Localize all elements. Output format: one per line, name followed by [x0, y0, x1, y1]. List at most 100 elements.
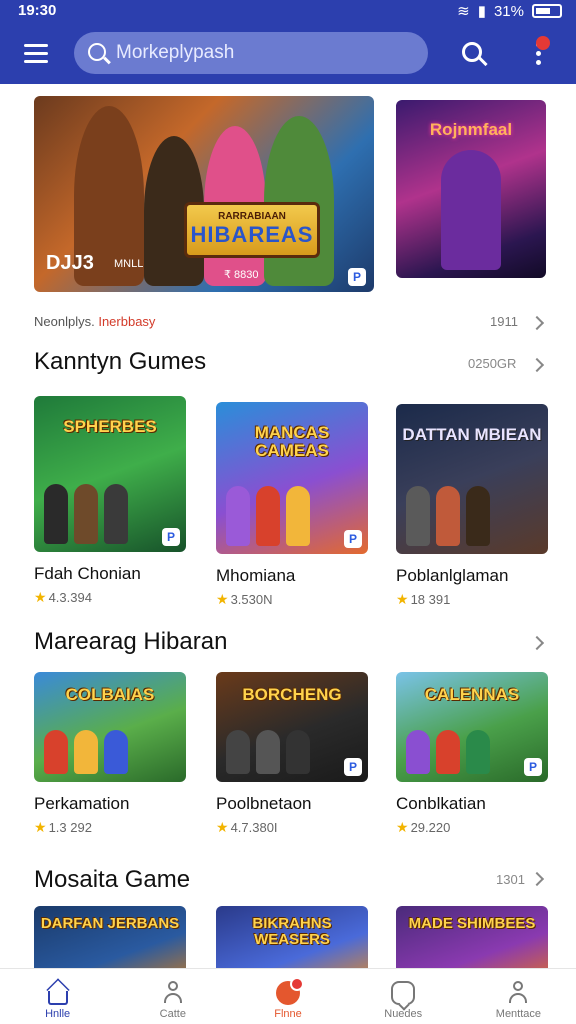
game-rating: ★ 4.7.380I: [216, 819, 368, 836]
thumb-title: MANCAS CAMEAS: [254, 423, 330, 460]
game-name: Fdah Chonian: [34, 564, 141, 583]
hero-badge-left: DJJ3: [46, 252, 94, 274]
game-rating: ★ 1.3 292: [34, 819, 186, 836]
section-title: Marearag Hibaran: [34, 628, 228, 655]
info-right: 1911: [490, 314, 518, 329]
nav-label: Flnne: [274, 1008, 302, 1020]
game-rating: ★ 29.220: [396, 819, 548, 836]
hero-side-title: Rojnmfaal: [429, 120, 513, 139]
info-row: Neonlplys. Inerbbasy 1911: [34, 314, 544, 334]
status-icons: ≋ ▮ 31%: [457, 2, 562, 20]
wifi-icon: ≋: [457, 3, 470, 20]
hero-banner-side[interactable]: Rojnmfaal: [396, 100, 546, 278]
rating-value: 4.7.380I: [230, 820, 278, 835]
info-left: Neonlplys.: [34, 314, 95, 329]
star-icon: ★: [396, 591, 409, 607]
game-name: Poolbnetaon: [216, 794, 312, 813]
game-card[interactable]: MANCAS CAMEAS P Mhomiana ★ 3.530N: [216, 402, 368, 608]
nav-label: Catte: [159, 1008, 186, 1020]
chevron-right-icon[interactable]: [529, 357, 545, 373]
section-count: 1301: [496, 872, 525, 887]
thumb-title: CALENNAS: [424, 685, 520, 704]
chevron-right-icon[interactable]: [529, 871, 545, 887]
rating-value: 18 391: [410, 592, 451, 607]
game-card[interactable]: MADE SHIMBEES: [396, 906, 548, 968]
flame-icon: [276, 977, 304, 1005]
nav-item-home[interactable]: Hnlle: [0, 969, 115, 1024]
game-thumbnail: MADE SHIMBEES: [396, 906, 548, 968]
game-card[interactable]: SPHERBES P Fdah Chonian ★ 4.3.394: [34, 396, 186, 606]
hero-subtitle: RARRABIAAN: [218, 211, 286, 222]
game-rating: ★ 18 391: [396, 591, 548, 608]
battery-icon: [532, 4, 562, 18]
star-icon: ★: [216, 819, 229, 835]
game-thumbnail: MANCAS CAMEAS P: [216, 402, 368, 554]
star-icon: ★: [216, 591, 229, 607]
search-icon: [88, 43, 106, 61]
chat-icon: [391, 981, 416, 1005]
star-icon: ★: [396, 819, 409, 835]
battery-label: 31%: [493, 2, 524, 20]
rating-value: 1.3 292: [48, 820, 92, 835]
status-bar: 19:30 ≋ ▮ 31%: [0, 0, 576, 24]
nav-item-menttace[interactable]: Menttace: [461, 969, 576, 1024]
app-badge-icon: P: [348, 268, 366, 286]
status-time: 19:30: [18, 2, 57, 19]
search-placeholder: Morkeplypash: [116, 42, 235, 63]
app-badge-icon: P: [524, 758, 542, 776]
hero-badge-right: ₹ 8830: [224, 269, 259, 281]
search-input[interactable]: Morkeplypash: [74, 32, 428, 74]
game-card[interactable]: COLBAIAS Perkamation ★ 1.3 292: [34, 672, 186, 836]
search-button[interactable]: [460, 40, 488, 68]
notification-dot: [536, 36, 550, 50]
thumb-title: DARFAN JERBANS: [40, 915, 180, 932]
signal-icon: ▮: [477, 3, 486, 20]
rating-value: 4.3.394: [48, 590, 92, 605]
game-name: Conblkatian: [396, 794, 486, 813]
nav-item-nuedes[interactable]: Nuedes: [346, 969, 461, 1024]
hero-title-plate: RARRABIAAN HIBAREAS: [184, 202, 320, 258]
section-title: Kanntyn Gumes: [34, 348, 207, 375]
thumb-title: BIKRAHNS WEASERS: [252, 915, 332, 948]
nav-label: Hnlle: [45, 1008, 71, 1020]
game-card[interactable]: DATTAN MBIEAN Poblanlglaman ★ 18 391: [396, 404, 548, 608]
app-badge-icon: P: [344, 530, 362, 548]
nav-item-catte[interactable]: Catte: [115, 969, 230, 1024]
game-card[interactable]: BIKRAHNS WEASERS: [216, 906, 368, 968]
game-thumbnail: CALENNAS P: [396, 672, 548, 782]
game-rating: ★ 3.530N: [216, 591, 368, 608]
section-title: Mosaita Game: [34, 866, 191, 893]
game-thumbnail: DARFAN JERBANS: [34, 906, 186, 968]
hero-title: HIBAREAS: [190, 222, 314, 247]
game-thumbnail: COLBAIAS: [34, 672, 186, 782]
star-icon: ★: [34, 819, 47, 835]
more-vert-icon[interactable]: [526, 36, 550, 72]
nav-item-flnne[interactable]: Flnne: [230, 969, 345, 1024]
app-badge-icon: P: [162, 528, 180, 546]
user-icon: [161, 981, 185, 1005]
game-card[interactable]: BORCHENG P Poolbnetaon ★ 4.7.380I: [216, 672, 368, 836]
game-card[interactable]: CALENNAS P Conblkatian ★ 29.220: [396, 672, 548, 836]
game-name: Perkamation: [34, 794, 130, 813]
hero-banner-main[interactable]: RARRABIAAN HIBAREAS DJJ3 MNLL ₹ 8830 P: [34, 96, 374, 292]
section-count: 0250GR: [468, 356, 517, 371]
thumb-title: MADE SHIMBEES: [408, 915, 536, 932]
game-rating: ★ 4.3.394: [34, 589, 186, 606]
thumb-title: COLBAIAS: [65, 685, 155, 704]
game-thumbnail: DATTAN MBIEAN: [396, 404, 548, 554]
star-icon: ★: [34, 589, 47, 605]
thumb-title: BORCHENG: [242, 685, 342, 704]
main-content[interactable]: RARRABIAAN HIBAREAS DJJ3 MNLL ₹ 8830 P R…: [0, 84, 576, 968]
game-thumbnail: SPHERBES P: [34, 396, 186, 552]
home-icon: [47, 991, 68, 1005]
nav-label: Menttace: [495, 1008, 542, 1020]
info-accent[interactable]: Inerbbasy: [98, 314, 155, 329]
chevron-right-icon[interactable]: [529, 635, 545, 651]
thumb-title: SPHERBES: [63, 417, 157, 436]
menu-icon[interactable]: [24, 44, 48, 64]
game-name: Poblanlglaman: [396, 566, 509, 585]
thumb-title: DATTAN MBIEAN: [402, 425, 542, 444]
hero-badge-left2: MNLL: [114, 258, 144, 270]
game-thumbnail: BORCHENG P: [216, 672, 368, 782]
game-card[interactable]: DARFAN JERBANS: [34, 906, 186, 968]
